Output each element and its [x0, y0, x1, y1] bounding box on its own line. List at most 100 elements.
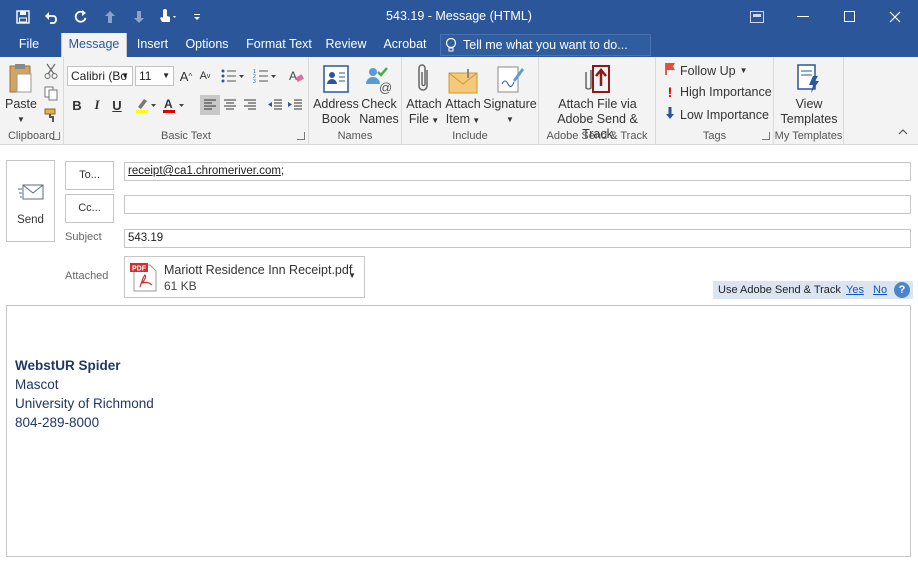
svg-text:A: A	[164, 97, 173, 111]
signature-dropdown-icon: ▼	[506, 115, 514, 124]
view-templates-button[interactable]: View Templates	[777, 60, 841, 127]
signature-phone: 804-289-8000	[15, 415, 100, 430]
attach-file-label-1: Attach	[406, 97, 442, 111]
cut-icon[interactable]	[41, 61, 61, 81]
align-right-icon[interactable]	[240, 95, 260, 115]
underline-button[interactable]: U	[107, 95, 127, 115]
attachment-dropdown-icon[interactable]: ▼	[348, 271, 356, 280]
group-my-templates: View Templates My Templates	[774, 57, 844, 145]
low-importance-button[interactable]: Low Importance	[664, 106, 769, 123]
check-names-icon: @	[364, 60, 394, 94]
to-recipient[interactable]: receipt@ca1.chromeriver.com	[128, 165, 281, 177]
svg-text:A: A	[289, 69, 297, 83]
to-separator: ;	[280, 165, 285, 177]
font-size-combo[interactable]: 11 ▼	[135, 66, 174, 86]
bold-button[interactable]: B	[67, 95, 87, 115]
send-button[interactable]: Send	[6, 160, 55, 242]
tab-message[interactable]: Message	[61, 33, 127, 57]
attach-item-label-2: Item ▼	[445, 112, 481, 126]
signature-name: WebstUR Spider	[15, 358, 121, 373]
highlight-icon[interactable]	[134, 95, 160, 115]
names-group-label: Names	[337, 130, 373, 142]
bullets-icon[interactable]	[219, 66, 247, 86]
increase-indent-icon[interactable]	[285, 95, 305, 115]
adobe-no-link[interactable]: No	[873, 281, 887, 299]
paste-button[interactable]: Paste ▼	[4, 60, 38, 127]
align-left-icon[interactable]	[200, 95, 220, 115]
adobe-attach-icon	[583, 60, 613, 94]
minimize-icon[interactable]	[780, 0, 826, 33]
numbering-icon[interactable]: 123	[251, 66, 279, 86]
collapse-ribbon-icon[interactable]	[898, 124, 908, 138]
high-importance-button[interactable]: ! High Importance	[664, 84, 772, 100]
cc-field[interactable]	[124, 195, 911, 214]
group-basic-text: Calibri (Bo ▼ 11 ▼ A^ Av 123 A B I U A	[64, 57, 309, 145]
group-clipboard: Paste ▼ Clipboard	[0, 57, 64, 145]
tags-launcher-icon[interactable]	[762, 132, 770, 140]
tab-options[interactable]: Options	[180, 33, 234, 57]
pdf-file-icon: PDF	[130, 261, 158, 296]
exclamation-icon: !	[667, 84, 673, 100]
tags-group-label: Tags	[702, 130, 727, 142]
include-group-label: Include	[452, 130, 488, 142]
grow-font-icon[interactable]: A ^	[176, 66, 196, 86]
ribbon-display-options-icon[interactable]	[734, 0, 780, 33]
subject-field[interactable]: 543.19	[124, 229, 911, 248]
font-name-value: Calibri (Bo	[71, 69, 128, 83]
title-bar: 543.19 - Message (HTML)	[0, 0, 918, 33]
message-body[interactable]: WebstUR Spider Mascot University of Rich…	[6, 305, 911, 557]
clipboard-launcher-icon[interactable]	[52, 132, 60, 140]
tab-review[interactable]: Review	[322, 33, 370, 57]
to-button[interactable]: To...	[65, 161, 114, 190]
maximize-icon[interactable]	[826, 0, 872, 33]
adobe-yes-link[interactable]: Yes	[846, 281, 864, 299]
svg-text:3: 3	[253, 79, 256, 83]
basic-text-launcher-icon[interactable]	[297, 132, 305, 140]
clear-formatting-icon[interactable]: A	[286, 66, 306, 86]
close-icon[interactable]	[872, 0, 918, 33]
low-importance-label: Low Importance	[680, 107, 769, 122]
to-field[interactable]: receipt@ca1.chromeriver.com;	[124, 162, 911, 181]
decrease-indent-icon[interactable]	[265, 95, 285, 115]
tab-acrobat[interactable]: Acrobat	[377, 33, 433, 57]
align-center-icon[interactable]	[220, 95, 240, 115]
attached-label: Attached	[65, 270, 109, 282]
templates-icon	[796, 60, 822, 94]
tab-format-text[interactable]: Format Text	[241, 33, 317, 57]
attachment-name: Mariott Residence Inn Receipt.pdf	[164, 263, 353, 277]
view-templates-label-1: View	[795, 97, 823, 111]
cc-button[interactable]: Cc...	[65, 194, 114, 223]
tell-me-text: Tell me what you want to do...	[463, 38, 628, 52]
check-names-button[interactable]: @ Check Names	[359, 60, 399, 127]
follow-up-label: Follow Up	[680, 63, 736, 78]
attachment-size: 61 KB	[164, 279, 197, 293]
adobe-send-track-bar: Use Adobe Send & Track Yes No ?	[713, 281, 913, 299]
svg-text:@: @	[379, 80, 392, 94]
send-icon	[18, 181, 46, 206]
paste-label: Paste	[5, 97, 37, 111]
ribbon-tabs: File Message Insert Options Format Text …	[0, 33, 918, 57]
high-importance-label: High Importance	[680, 85, 772, 99]
check-names-label-2: Names	[359, 112, 399, 126]
italic-button[interactable]: I	[87, 95, 107, 115]
address-book-button[interactable]: Address Book	[313, 60, 359, 127]
attachment-chip[interactable]: PDF Mariott Residence Inn Receipt.pdf 61…	[124, 256, 365, 298]
copy-icon[interactable]	[41, 83, 61, 103]
follow-up-button[interactable]: Follow Up ▼	[664, 62, 748, 79]
help-icon[interactable]: ?	[894, 282, 910, 298]
shrink-font-icon[interactable]: Av	[195, 66, 215, 86]
tab-file[interactable]: File	[10, 33, 48, 57]
attach-file-button[interactable]: Attach File ▼	[405, 60, 443, 128]
tell-me-search[interactable]: Tell me what you want to do...	[440, 34, 651, 56]
font-color-icon[interactable]: A	[162, 95, 188, 115]
lightbulb-icon	[445, 37, 457, 59]
tab-insert[interactable]: Insert	[130, 33, 175, 57]
attach-item-button[interactable]: Attach Item ▼	[443, 60, 483, 128]
format-painter-icon[interactable]	[41, 105, 61, 125]
attach-file-label-2: File ▼	[408, 112, 440, 126]
signature-button[interactable]: Signature ▼	[483, 60, 537, 127]
font-name-combo[interactable]: Calibri (Bo ▼	[67, 66, 133, 86]
my-templates-group-label: My Templates	[774, 130, 843, 142]
subject-label: Subject	[65, 231, 102, 243]
address-book-label-2: Book	[321, 112, 351, 126]
